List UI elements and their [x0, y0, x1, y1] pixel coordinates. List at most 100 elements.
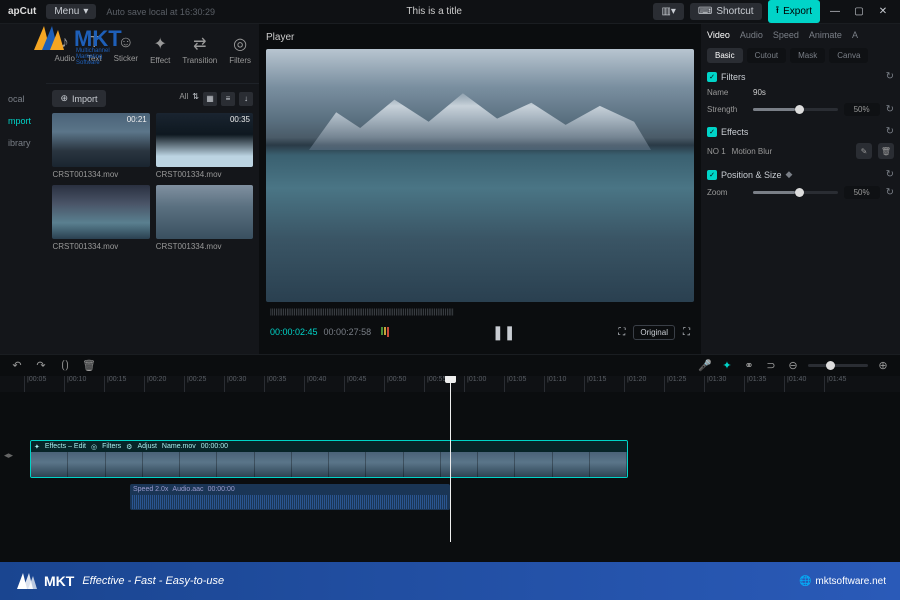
maximize-button[interactable]: ▢: [850, 5, 868, 19]
tab-transition[interactable]: ⇄Transition: [178, 28, 221, 79]
footer-url[interactable]: 🌐 mktsoftware.net: [799, 576, 886, 587]
subtab-mask[interactable]: Mask: [790, 48, 825, 63]
footer-logo-text: MKT: [44, 573, 74, 589]
menu-button[interactable]: Menu ▾: [46, 4, 96, 19]
zoom-timeline-slider[interactable]: [808, 364, 868, 367]
filter-all[interactable]: All: [179, 92, 188, 106]
tab-animate[interactable]: Animate: [809, 30, 842, 40]
import-button[interactable]: ⊕ Import: [52, 90, 105, 107]
filter-preset[interactable]: 90s: [753, 88, 766, 97]
effects-title: Effects: [721, 127, 748, 137]
checkbox-icon[interactable]: ✓: [707, 170, 717, 180]
link-icon[interactable]: ⚭: [742, 359, 756, 373]
redo-button[interactable]: ↷: [34, 359, 48, 373]
reset-icon[interactable]: ↻: [886, 71, 894, 82]
ruler-tick: |00:30: [224, 376, 264, 392]
tab-audio-prop[interactable]: Audio: [740, 30, 763, 40]
tab-effect[interactable]: ✦Effect: [146, 28, 174, 79]
crop-icon[interactable]: ⛶: [618, 327, 625, 338]
pause-button[interactable]: ❚❚: [494, 322, 514, 342]
media-clip[interactable]: CRST001334.mov: [156, 185, 253, 251]
preview-graphic: [309, 87, 651, 150]
ruler-tick: |01:15: [584, 376, 624, 392]
tab-adjust[interactable]: A: [852, 30, 858, 40]
library-nav: ocal mport ibrary: [0, 24, 46, 354]
zoom-value[interactable]: 50%: [844, 186, 880, 199]
checkbox-icon[interactable]: ✓: [707, 127, 717, 137]
player-controls: 00:00:02:45 00:00:27:58 ❚❚ ⛶ Original ⛶: [266, 318, 694, 346]
watermark-logo: MKT Multichannel Marketing Software: [28, 22, 122, 56]
playhead-handle-icon[interactable]: [445, 376, 456, 383]
subtab-cutout[interactable]: Cutout: [747, 48, 787, 63]
reset-icon[interactable]: ↻: [886, 126, 894, 137]
position-section: ✓Position & Size◆ ↻ Zoom 50% ↻: [707, 169, 894, 199]
reset-icon[interactable]: ↻: [886, 169, 894, 180]
timeline-tracks[interactable]: ◂▸ ✦Effects – Edit ◎Filters ⚙Adjust Name…: [0, 392, 900, 542]
strength-value[interactable]: 50%: [844, 103, 880, 116]
split-button[interactable]: ⟮⟯: [58, 359, 72, 373]
quality-button[interactable]: Original: [633, 325, 675, 340]
media-clip[interactable]: CRST001334.mov: [52, 185, 149, 251]
media-clip[interactable]: 00:35CRST001334.mov: [156, 113, 253, 179]
sort-button[interactable]: ↓: [239, 92, 253, 106]
delete-effect-button[interactable]: 🗑: [878, 143, 894, 159]
ruler-tick: |00:15: [104, 376, 144, 392]
edit-effect-button[interactable]: ✎: [856, 143, 872, 159]
undo-button[interactable]: ↶: [10, 359, 24, 373]
fullscreen-icon[interactable]: ⛶: [683, 327, 690, 338]
mic-icon[interactable]: 🎤: [698, 359, 712, 373]
zoom-slider[interactable]: [753, 191, 838, 194]
media-panel: ocal mport ibrary ♪Audio TText ☺Sticker …: [0, 24, 260, 354]
export-button[interactable]: ⭱ Export: [768, 0, 820, 23]
strength-slider[interactable]: [753, 108, 838, 111]
media-clip[interactable]: 00:21CRST001334.mov: [52, 113, 149, 179]
playhead[interactable]: [450, 376, 451, 392]
reset-icon[interactable]: ↻: [886, 187, 894, 198]
subtab-basic[interactable]: Basic: [707, 48, 743, 63]
tab-filters[interactable]: ◎Filters: [225, 28, 255, 79]
close-button[interactable]: ✕: [874, 5, 892, 19]
ruler-tick: |00:05: [24, 376, 64, 392]
effect-icon: ✦: [150, 34, 170, 54]
video-preview[interactable]: [266, 49, 694, 302]
properties-panel: Video Audio Speed Animate A Basic Cutout…: [700, 24, 900, 354]
shortcut-button[interactable]: ⌨ Shortcut: [690, 3, 762, 20]
keyframe-icon[interactable]: ◆: [786, 169, 793, 180]
tab-video[interactable]: Video: [707, 30, 730, 40]
lib-library[interactable]: ibrary: [0, 132, 46, 154]
tab-speed[interactable]: Speed: [773, 30, 799, 40]
chevron-down-icon: ▾: [83, 6, 88, 17]
lib-import[interactable]: mport: [0, 110, 46, 132]
minimize-button[interactable]: —: [826, 5, 844, 19]
clip-name: CRST001334.mov: [52, 170, 149, 179]
reset-icon[interactable]: ↻: [886, 104, 894, 115]
magnet-icon[interactable]: ⊃: [764, 359, 778, 373]
marker-icon[interactable]: ✦: [720, 359, 734, 373]
video-track-clip[interactable]: ✦Effects – Edit ◎Filters ⚙Adjust Name.mo…: [30, 440, 628, 478]
delete-button[interactable]: 🗑: [82, 359, 96, 373]
project-title[interactable]: This is a title: [225, 6, 643, 17]
zoom-out-icon[interactable]: ⊖: [786, 359, 800, 373]
view-controls: All ⇅ ▦ ≡ ↓: [179, 92, 253, 106]
view-grid-button[interactable]: ▦: [203, 92, 217, 106]
track-collapse-icon[interactable]: ◂▸: [4, 450, 13, 461]
audio-clip-label: Speed 2.0x Audio.aac 00:00:00: [130, 484, 450, 494]
lib-local[interactable]: ocal: [0, 88, 46, 110]
footer-url-text: mktsoftware.net: [815, 576, 886, 587]
footer-banner: MKT Effective - Fast - Easy-to-use 🌐 mkt…: [0, 562, 900, 600]
top-right-controls: ▥▾ ⌨ Shortcut ⭱ Export — ▢ ✕: [653, 0, 892, 23]
checkbox-icon[interactable]: ✓: [707, 72, 717, 82]
ruler-tick: |00:35: [264, 376, 304, 392]
shortcut-label: Shortcut: [716, 6, 753, 17]
main-content: ocal mport ibrary ♪Audio TText ☺Sticker …: [0, 24, 900, 354]
zoom-in-icon[interactable]: ⊕: [876, 359, 890, 373]
audio-track-clip[interactable]: Speed 2.0x Audio.aac 00:00:00: [130, 484, 450, 510]
scrub-bar[interactable]: ||||||||||||||||||||||||||||||||||||||||…: [266, 306, 694, 318]
layout-icon: ▥▾: [661, 6, 675, 17]
layout-button[interactable]: ▥▾: [653, 3, 683, 20]
ruler-tick: |01:05: [504, 376, 544, 392]
subtab-canvas[interactable]: Canva: [829, 48, 868, 63]
clip-thumbnails: [31, 452, 627, 478]
view-list-button[interactable]: ≡: [221, 92, 235, 106]
timeline-ruler[interactable]: |00:05|00:10|00:15|00:20|00:25|00:30|00:…: [0, 376, 900, 392]
